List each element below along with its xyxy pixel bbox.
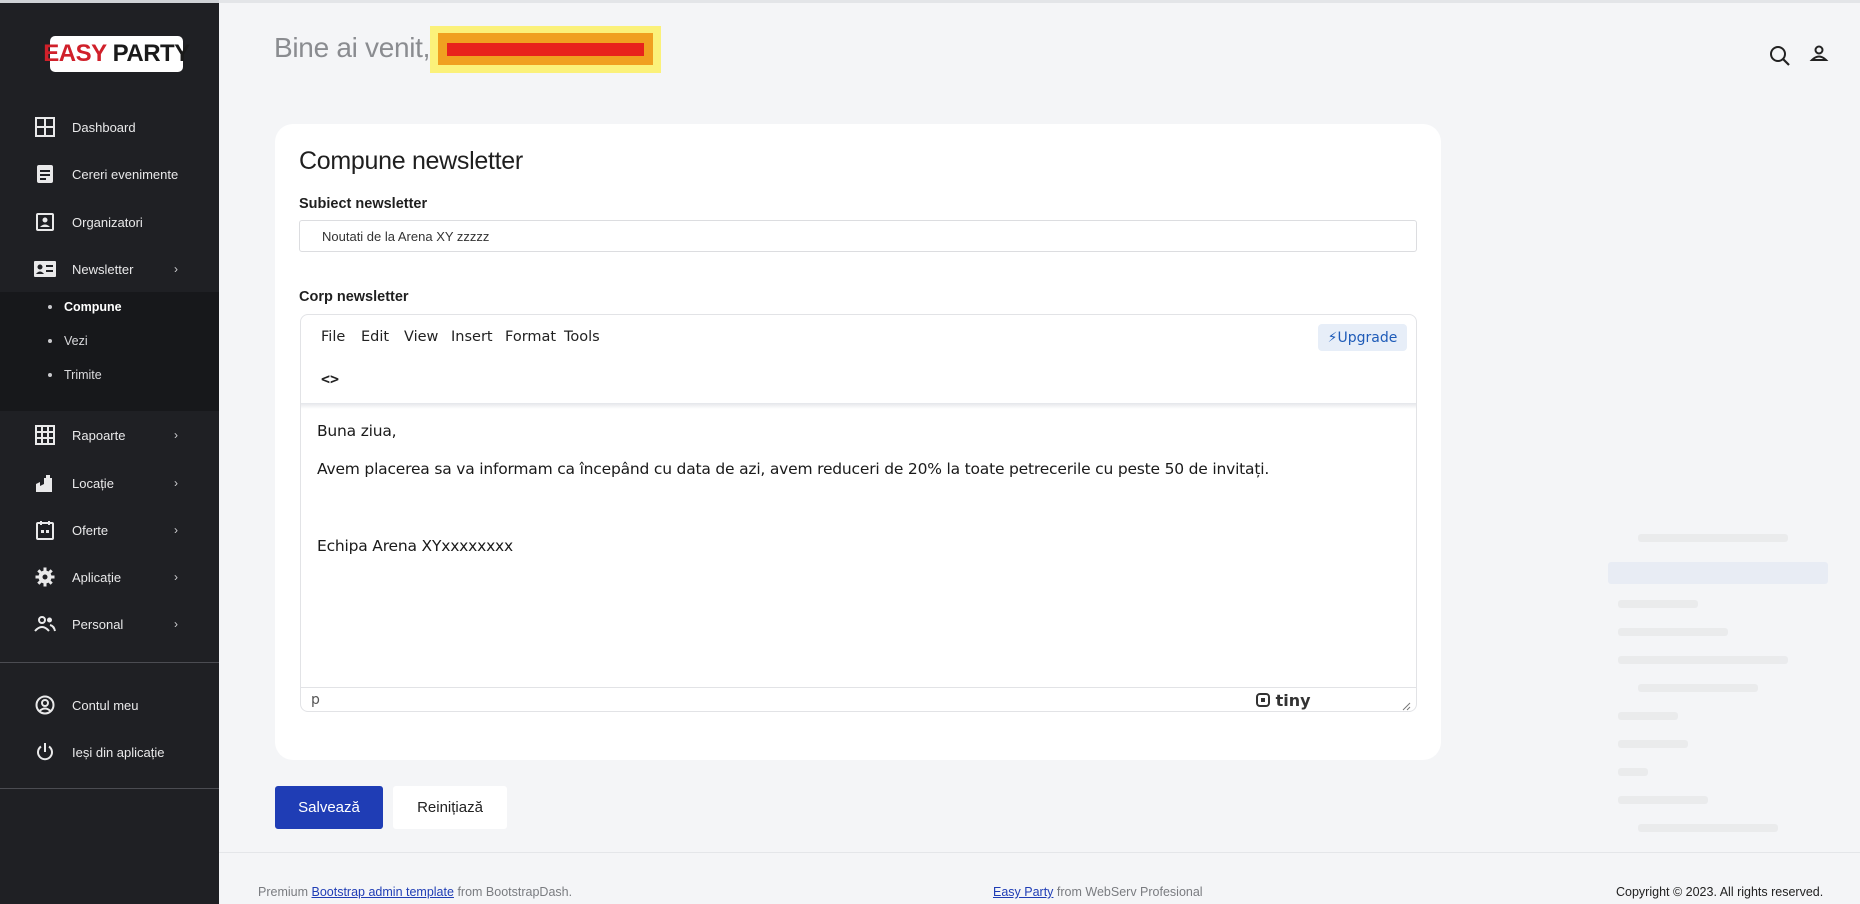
logo-text-easy: EASY [43,40,107,67]
account-icon [34,694,56,716]
welcome-text: Bine ai venit, [274,32,431,63]
upgrade-button[interactable]: ⚡Upgrade [1318,324,1407,351]
footer-left: Premium Bootstrap admin template from Bo… [258,885,572,899]
chevron-right-icon: › [174,262,178,276]
element-path[interactable]: p [311,692,320,708]
gear-icon [34,566,56,588]
calendar-icon [34,519,56,541]
source-code-button[interactable]: <> [321,370,339,388]
newsletter-submenu: Compune Vezi Trimite [0,292,219,411]
power-icon [34,741,56,763]
body-label: Corp newsletter [299,289,409,305]
people-icon [34,613,56,635]
redaction-band-red [447,43,644,56]
sidebar-item-label: Locație [72,475,114,491]
easy-party-logo[interactable]: EASY PARTY [43,36,190,72]
menu-view[interactable]: View [404,329,438,345]
subject-label: Subiect newsletter [299,196,428,212]
footer-center-suffix: from WebServ Profesional [1056,885,1203,899]
bootstrap-template-link[interactable]: Bootstrap admin template [312,885,454,899]
submenu-item-trimite[interactable]: Trimite [0,360,219,390]
rich-text-editor: File Edit View Insert Format Tools ⚡Upgr… [300,314,1417,712]
submenu-item-label: Vezi [64,334,88,348]
compose-newsletter-card: Compune newsletter Subiect newsletter Co… [275,124,1441,760]
sidebar-item-oferte[interactable]: Oferte › [0,510,219,550]
redacted-username [430,26,661,73]
sidebar-item-locatie[interactable]: Locație › [0,463,219,503]
page-footer: Premium Bootstrap admin template from Bo… [219,852,1860,904]
sidebar-item-newsletter[interactable]: Newsletter › [0,249,219,289]
sidebar-item-organizatori[interactable]: Organizatori [0,202,219,242]
tiny-logo[interactable]: tiny [1256,691,1311,710]
sidebar-item-label: Contul meu [72,697,139,713]
faded-background-panel [1608,520,1838,880]
sidebar-item-label: Oferte [72,522,109,538]
dashboard-icon [34,116,56,138]
grid-icon [34,424,56,446]
sidebar-item-label: Cereri evenimente [72,166,179,182]
sidebar-item-dashboard[interactable]: Dashboard [0,107,219,147]
footer-left-suffix: from BootstrapDash. [457,885,573,899]
sidebar-item-label: Organizatori [72,214,143,230]
bullet-icon [48,373,52,377]
bullet-icon [48,305,52,309]
page-title: Compune newsletter [299,147,523,175]
chevron-right-icon: › [174,523,178,537]
sidebar-item-personal[interactable]: Personal › [0,604,219,644]
submenu-item-vezi[interactable]: Vezi [0,326,219,356]
document-icon [34,163,56,185]
castle-icon [34,472,56,494]
menu-tools[interactable]: Tools [564,329,600,345]
chevron-right-icon: › [174,476,178,490]
footer-left-prefix: Premium [258,885,309,899]
resize-handle-icon[interactable] [1401,698,1411,711]
editor-content[interactable]: Buna ziua, Avem placerea sa va informam … [301,407,1416,687]
contact-icon [34,211,56,233]
menu-file[interactable]: File [321,329,345,345]
submenu-item-label: Compune [64,300,122,314]
user-icon[interactable] [1807,42,1831,66]
sidebar-item-label: Dashboard [72,119,136,135]
sidebar-item-label: Newsletter [72,261,134,277]
sidebar-item-label: Aplicație [72,569,122,585]
submenu-item-label: Trimite [64,368,102,382]
save-button[interactable]: Salvează [275,786,383,829]
copyright-text: Copyright © 2023. All rights reserved. [1616,885,1824,899]
subject-input[interactable] [299,220,1417,252]
sidebar-item-label: Personal [72,616,124,632]
editor-menubar: File Edit View Insert Format Tools ⚡Upgr… [301,315,1416,359]
chevron-right-icon: › [174,428,178,442]
search-icon[interactable] [1768,44,1792,68]
bullet-icon [48,339,52,343]
sidebar: EASY PARTY Dashboard Cereri evenimente O… [0,0,219,904]
menu-edit[interactable]: Edit [361,329,389,345]
reset-button[interactable]: Reinițiază [393,786,507,829]
menu-insert[interactable]: Insert [451,329,493,345]
content-paragraph: Buna ziua, [317,422,397,440]
sidebar-item-iesi-din-aplicatie[interactable]: Ieși din aplicație [0,732,219,772]
content-paragraph: Echipa Arena XYxxxxxxxx [317,537,513,555]
chevron-right-icon: › [174,617,178,631]
sidebar-item-rapoarte[interactable]: Rapoarte › [0,415,219,455]
sidebar-item-label: Rapoarte [72,427,126,443]
footer-center: Easy Party from WebServ Profesional [993,885,1203,899]
sidebar-item-label: Ieși din aplicație [72,744,165,760]
chevron-right-icon: › [174,570,178,584]
tiny-logo-text: tiny [1275,691,1311,710]
sidebar-divider [0,662,219,663]
logo-text-party: PARTY [112,40,191,67]
menu-format[interactable]: Format [505,329,556,345]
content-paragraph: Avem placerea sa va informam ca începând… [317,460,1270,478]
sidebar-item-contul-meu[interactable]: Contul meu [0,685,219,725]
id-card-icon [34,258,56,280]
editor-statusbar: p tiny [301,687,1416,711]
submenu-item-compune[interactable]: Compune [0,292,219,322]
sidebar-item-cereri-evenimente[interactable]: Cereri evenimente [0,154,219,194]
sidebar-item-aplicatie[interactable]: Aplicație › [0,557,219,597]
top-border [219,0,1860,3]
easy-party-link[interactable]: Easy Party [993,885,1053,899]
sidebar-divider [0,788,219,789]
